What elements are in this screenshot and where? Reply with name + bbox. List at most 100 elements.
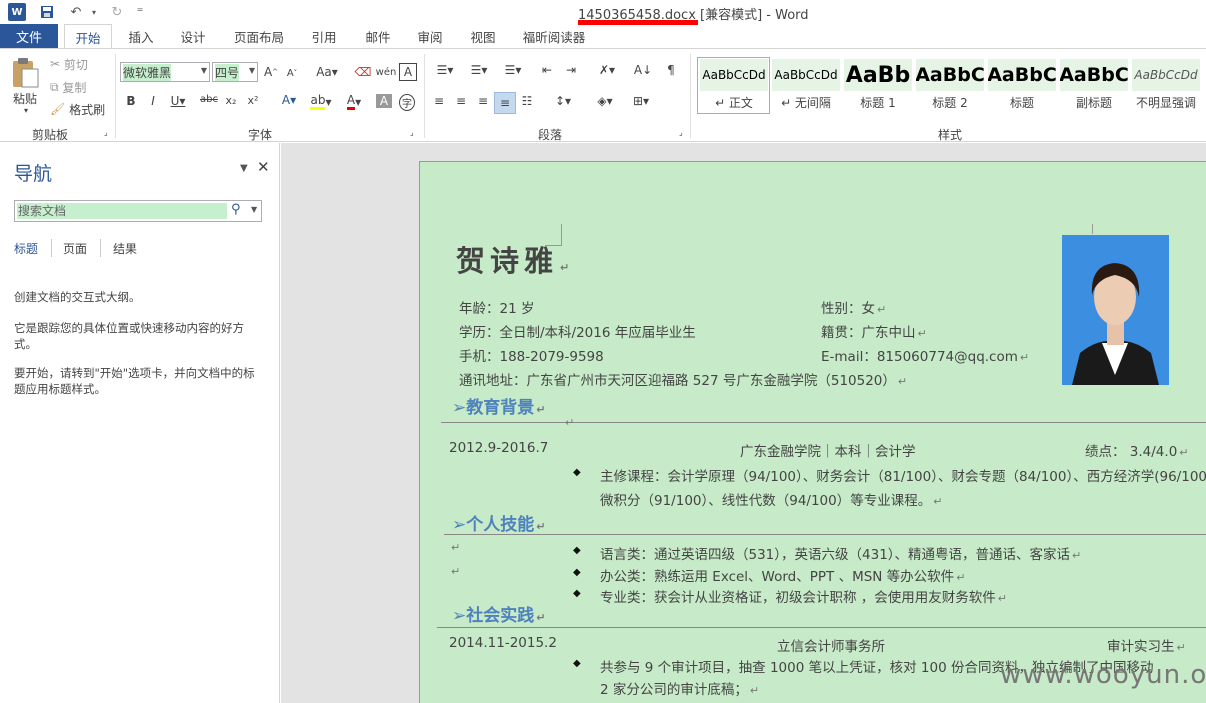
char-border-icon[interactable]: A xyxy=(399,63,417,81)
skill-language[interactable]: 语言类：通过英语四级（531），英语六级（431）、精通粤语，普通话、客家话 ↵ xyxy=(600,543,1081,563)
work-role[interactable]: 审计实习生 ↵ xyxy=(1107,635,1186,655)
clear-format-icon[interactable]: ⌫ xyxy=(354,63,372,81)
shading-icon[interactable]: ◈▾ xyxy=(590,94,620,108)
style-normal[interactable]: AaBbCcDd ↵ 正文 xyxy=(700,59,768,112)
work-desc-line-2[interactable]: 2 家分公司的审计底稿； ↵ xyxy=(600,678,759,698)
multilevel-list-icon[interactable]: ☰▾ xyxy=(498,63,528,77)
enclose-char-icon[interactable]: 字 xyxy=(399,94,415,111)
resume-phone[interactable]: 手机：188-2079-9598 xyxy=(459,345,604,365)
nav-tab-results[interactable]: 结果 xyxy=(113,240,137,257)
edu-courses-line-2[interactable]: 微积分（91/100）、线性代数（94/100）等专业课程。 ↵ xyxy=(600,489,942,509)
clipboard-launcher-icon[interactable]: ⌟ xyxy=(104,128,108,137)
word-app-icon[interactable]: W xyxy=(8,3,26,21)
tab-review[interactable]: 审阅 xyxy=(408,24,452,49)
style-subtitle[interactable]: AaBbC 副标题 xyxy=(1060,59,1128,112)
edu-courses-line-1[interactable]: 主修课程：会计学原理（94/100）、财务会计（81/100）、财会专题（84/… xyxy=(600,465,1206,485)
resume-name[interactable]: 贺诗雅 ↵ xyxy=(456,238,574,280)
align-center-icon[interactable]: ≡ xyxy=(452,94,470,108)
grow-font-icon[interactable]: A ^ xyxy=(263,63,279,81)
work-company[interactable]: 立信会计师事务所 xyxy=(777,635,885,655)
tab-references[interactable]: 引用 xyxy=(302,24,346,49)
close-icon[interactable]: ✕ xyxy=(257,158,270,176)
copy-button[interactable]: ⧉ 复制 xyxy=(50,79,86,95)
nav-search-box[interactable]: 搜索文档 ⚲ ▼ xyxy=(14,200,262,222)
sort-icon[interactable]: A↓ xyxy=(634,63,652,77)
show-marks-icon[interactable]: ¶ xyxy=(662,63,680,77)
nav-options-icon[interactable]: ▼ xyxy=(240,163,248,174)
tab-insert[interactable]: 插入 xyxy=(118,24,164,49)
paragraph-launcher-icon[interactable]: ⌟ xyxy=(679,128,683,137)
phonetic-guide-icon[interactable]: wén xyxy=(376,63,397,81)
tab-page-layout[interactable]: 页面布局 xyxy=(226,24,292,49)
chevron-down-icon[interactable]: ▼ xyxy=(251,205,257,214)
skill-professional[interactable]: 专业类：获会计从业资格证，初级会计职称 ，会使用用友财务软件 ↵ xyxy=(600,586,1007,606)
bold-icon[interactable]: B xyxy=(124,94,138,108)
borders-icon[interactable]: ⊞▾ xyxy=(626,94,656,108)
tab-foxit-reader[interactable]: 福昕阅读器 xyxy=(514,24,594,49)
font-name-combo[interactable]: 微软雅黑 ▼ xyxy=(120,62,210,82)
edu-gpa[interactable]: 绩点： 3.4/4.0 ↵ xyxy=(1085,440,1189,460)
italic-icon[interactable]: I xyxy=(146,94,160,108)
align-right-icon[interactable]: ≡ xyxy=(474,94,492,108)
section-skills-heading[interactable]: ➢个人技能 ↵ xyxy=(452,510,545,535)
section-education-heading[interactable]: ➢教育背景 ↵ xyxy=(452,393,545,418)
strikethrough-icon[interactable]: abc xyxy=(199,94,219,105)
resume-hometown[interactable]: 籍贯：广东中山 ↵ xyxy=(821,321,927,341)
shrink-font-icon[interactable]: A ˅ xyxy=(284,65,300,81)
justify-icon[interactable]: ≡ xyxy=(494,92,516,114)
chinese-layout-icon[interactable]: ✗▾ xyxy=(592,63,622,77)
cut-button[interactable]: ✂ 剪切 xyxy=(50,56,88,72)
text-effects-icon[interactable]: A▾ xyxy=(276,93,302,107)
subscript-icon[interactable]: x₂ xyxy=(223,94,239,107)
skill-office[interactable]: 办公类：熟练运用 Excel、Word、PPT 、MSN 等办公软件 ↵ xyxy=(600,565,965,585)
customize-quick-access-button[interactable]: ⁼ xyxy=(133,3,147,21)
change-case-icon[interactable]: Aa▾ xyxy=(312,63,342,81)
nav-tab-headings[interactable]: 标题 xyxy=(14,240,38,257)
search-icon[interactable]: ⚲ xyxy=(231,202,241,217)
tab-file[interactable]: 文件 xyxy=(0,24,58,49)
paste-button[interactable]: 粘贴 xyxy=(10,90,40,106)
format-painter-button[interactable]: 🖌 格式刷 xyxy=(50,101,105,117)
line-spacing-icon[interactable]: ↕▾ xyxy=(548,94,578,108)
resume-gender[interactable]: 性别：女 ↵ xyxy=(821,297,886,317)
tab-design[interactable]: 设计 xyxy=(170,24,216,49)
edu-period[interactable]: 2012.9-2016.7 xyxy=(449,440,548,456)
style-heading-2[interactable]: AaBbC 标题 2 xyxy=(916,59,984,112)
nav-tab-pages[interactable]: 页面 xyxy=(63,240,87,257)
tab-home[interactable]: 开始 xyxy=(64,24,112,50)
style-no-spacing[interactable]: AaBbCcDd ↵ 无间隔 xyxy=(772,59,840,112)
underline-icon[interactable]: U▾ xyxy=(167,94,189,108)
highlight-icon[interactable]: ab ▾ xyxy=(308,93,334,110)
align-left-icon[interactable]: ≡ xyxy=(430,94,448,108)
resume-email[interactable]: E-mail：815060774@qq.com ↵ xyxy=(821,345,1029,365)
decrease-indent-icon[interactable]: ⇤ xyxy=(538,63,556,77)
distributed-icon[interactable]: ☷ xyxy=(518,94,536,108)
paste-dropdown-icon[interactable]: ▾ xyxy=(20,105,32,115)
resume-education[interactable]: 学历：全日制/本科/2016 年应届毕业生 xyxy=(459,321,696,341)
undo-button[interactable]: ↶ xyxy=(66,3,86,21)
save-icon[interactable] xyxy=(38,3,56,21)
increase-indent-icon[interactable]: ⇥ xyxy=(562,63,580,77)
tab-mailings[interactable]: 邮件 xyxy=(356,24,400,49)
profile-photo[interactable] xyxy=(1062,235,1169,385)
font-launcher-icon[interactable]: ⌟ xyxy=(410,128,414,137)
numbering-icon[interactable]: ☰▾ xyxy=(464,63,494,77)
search-input[interactable]: 搜索文档 xyxy=(17,203,227,219)
tab-view[interactable]: 视图 xyxy=(461,24,505,49)
bullets-icon[interactable]: ☰▾ xyxy=(430,63,460,77)
style-title[interactable]: AaBbC 标题 xyxy=(988,59,1056,112)
font-size-combo[interactable]: 四号 ▼ xyxy=(212,62,258,82)
style-heading-1[interactable]: AaBb 标题 1 xyxy=(844,59,912,112)
section-practice-heading[interactable]: ➢社会实践 ↵ xyxy=(452,601,545,626)
resume-address[interactable]: 通讯地址：广东省广州市天河区迎福路 527 号广东金融学院（510520） ↵ xyxy=(459,369,907,389)
redo-button[interactable]: ↻ xyxy=(107,3,127,21)
paste-icon[interactable] xyxy=(8,56,42,90)
char-shading-icon[interactable]: A xyxy=(376,94,392,108)
undo-dropdown-icon[interactable]: ▾ xyxy=(88,3,100,21)
style-subtle-emphasis[interactable]: AaBbCcDd 不明显强调 xyxy=(1132,59,1200,112)
superscript-icon[interactable]: x² xyxy=(245,94,261,107)
font-color-icon[interactable]: A ▾ xyxy=(341,93,367,110)
edu-school[interactable]: 广东金融学院｜本科｜会计学 xyxy=(740,440,916,460)
work-period[interactable]: 2014.11-2015.2 xyxy=(449,635,557,651)
resume-age[interactable]: 年龄：21 岁 xyxy=(459,297,534,317)
